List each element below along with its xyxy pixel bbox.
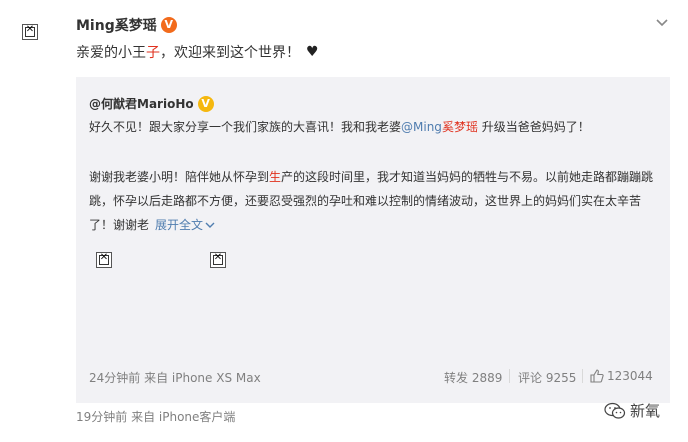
chevron-down-icon (205, 222, 215, 228)
post-text: 亲爱的小王 子 ，欢迎来到这个世界！ ♥ (76, 42, 319, 62)
post-text-red: 子 (146, 45, 160, 61)
repost-image-1[interactable] (96, 252, 112, 268)
verified-badge-icon: V (160, 17, 177, 33)
repost-count-label[interactable]: 转发 2889 (444, 369, 502, 386)
post-author-name[interactable]: Ming奚梦瑶 (76, 15, 157, 35)
mention-link-at[interactable]: @Ming (401, 120, 442, 134)
thumbs-up-icon (590, 369, 604, 383)
like-button[interactable]: 123044 (590, 369, 653, 383)
chevron-down-icon[interactable] (655, 16, 669, 30)
comment-count-label[interactable]: 评论 9255 (518, 369, 576, 386)
repost-image-2[interactable] (210, 252, 226, 268)
repost-p2-a: 谢谢我老婆小明！陪伴她从怀孕到 (89, 170, 270, 184)
wechat-icon (604, 402, 626, 419)
repost-author-name[interactable]: @何猷君MarioHo (89, 95, 194, 112)
repost-p2-line2: 跳，怀孕以后走路都不方便，还要忍受强烈的孕吐和难以控制的情绪波动，这世界上的妈妈… (89, 194, 642, 208)
repost-p2-line3: 了！谢谢老 (89, 218, 150, 232)
divider (509, 369, 510, 383)
repost-paragraph-1: 好久不见！跟大家分享一个我们家族的大喜讯！我和我老婆@Ming奚梦瑶 升级当爸爸… (89, 115, 659, 139)
post-text-part1: 亲爱的小王 (76, 45, 146, 61)
heart-icon: ♥ (306, 44, 319, 60)
expand-full-text-link[interactable]: 展开全文 (155, 218, 215, 232)
watermark-text: 新氧 (630, 402, 661, 420)
repost-meta: 24分钟前 来自 iPhone XS Max (89, 371, 261, 385)
repost-p2-red: 生 (269, 170, 282, 184)
repost-author[interactable]: @何猷君MarioHo V (89, 95, 214, 112)
expand-label[interactable]: 展开全文 (155, 218, 203, 232)
watermark: 新氧 (604, 400, 660, 421)
repost-p1-b: 升级当爸爸妈妈了！ (477, 120, 590, 134)
verified-badge-icon: V (197, 95, 214, 112)
repost-paragraph-2: 谢谢我老婆小明！陪伴她从怀孕到生产的这段时间里，我才知道当妈妈的牺牲与不易。以前… (89, 165, 659, 237)
mention-link-name[interactable]: 奚梦瑶 (442, 120, 478, 134)
repost-p2-b: 产的这段时间里，我才知道当妈妈的牺牲与不易。以前她走路都蹦蹦跳 (281, 170, 654, 184)
repost-count[interactable]: 转发 2889 (444, 369, 502, 386)
comment-count[interactable]: 评论 9255 (518, 369, 576, 386)
like-count[interactable]: 123044 (607, 369, 653, 383)
post-text-part2: ，欢迎来到这个世界！ (160, 45, 300, 61)
divider (582, 369, 583, 383)
post-meta: 19分钟前 来自 iPhone客户端 (76, 410, 236, 424)
avatar[interactable] (22, 24, 38, 40)
repost-container[interactable]: @何猷君MarioHo V 好久不见！跟大家分享一个我们家族的大喜讯！我和我老婆… (76, 77, 670, 403)
repost-p1-a: 好久不见！跟大家分享一个我们家族的大喜讯！我和我老婆 (89, 120, 402, 134)
post-author[interactable]: Ming奚梦瑶 V (76, 15, 177, 35)
